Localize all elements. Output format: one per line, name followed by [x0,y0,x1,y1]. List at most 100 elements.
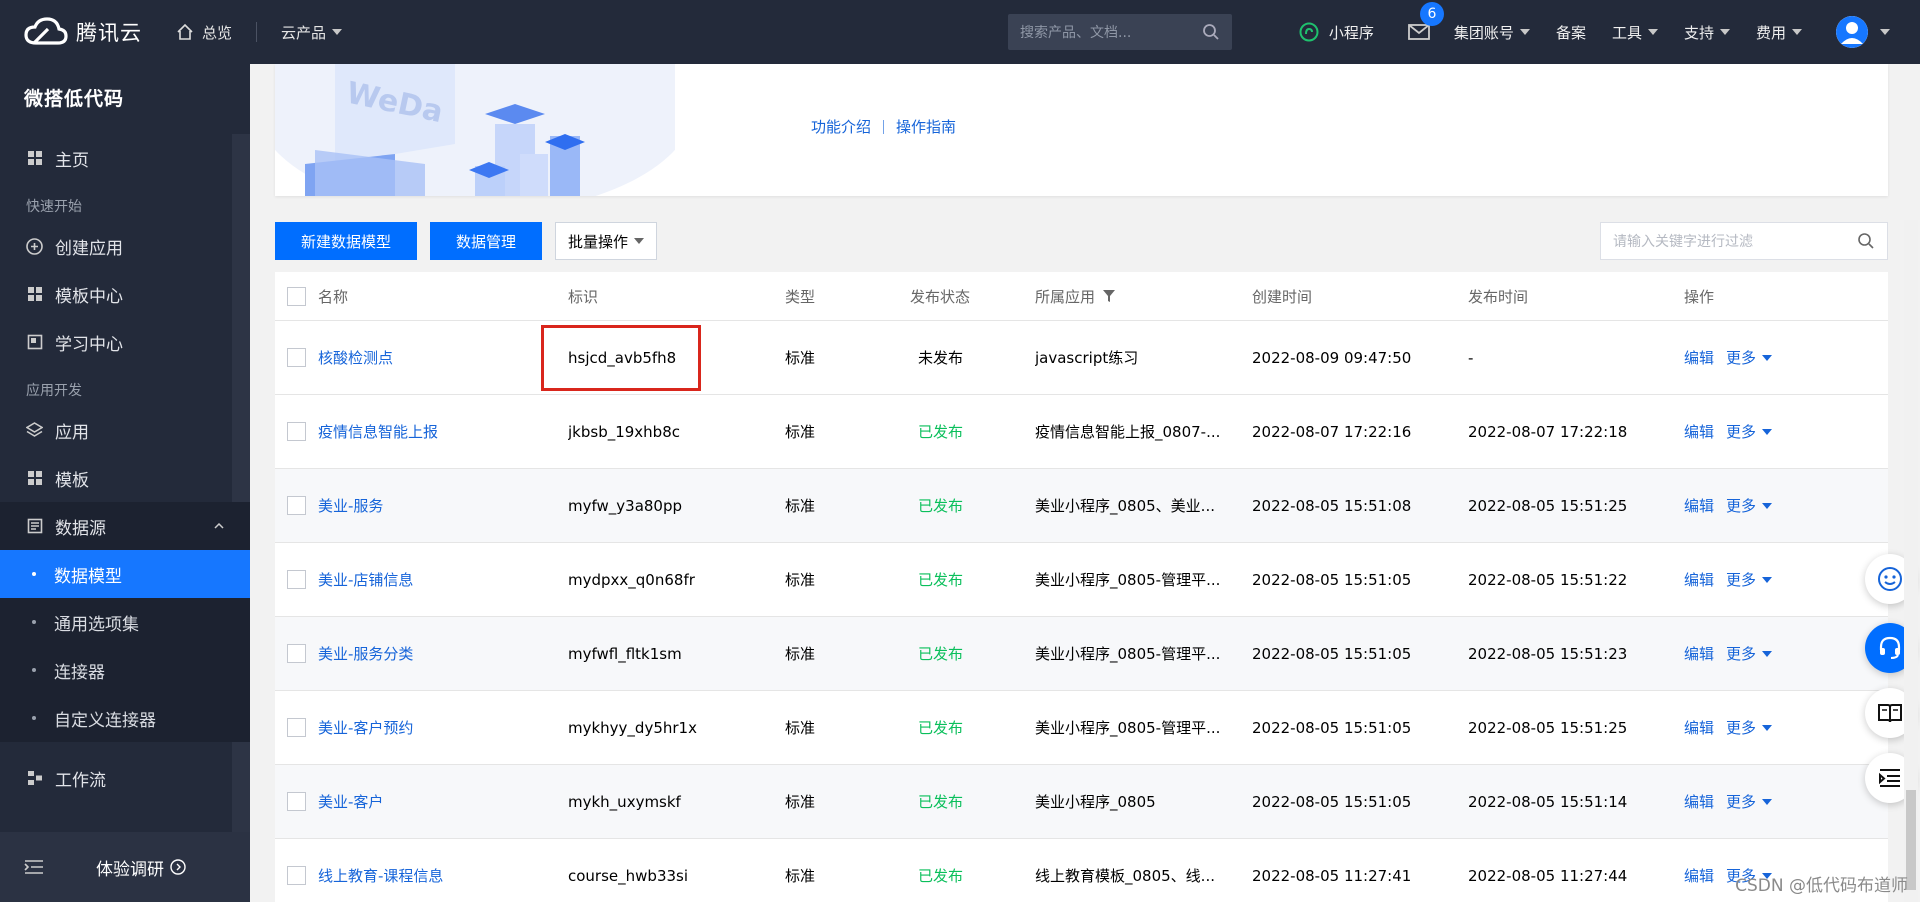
model-name-link[interactable]: 疫情信息智能上报 [318,421,568,442]
more-dropdown[interactable]: 更多 [1726,495,1773,516]
table-row: 美业-服务 myfw_y3a80pp 标准 已发布 美业小程序_0805、美业... 20… [275,469,1888,543]
published-time: 2022-08-05 15:51:25 [1468,496,1628,515]
row-checkbox[interactable] [287,866,306,885]
main-content: WeDa 功能介绍 操作指南 新建数据模型 数据管理 批量操作 请输入关键字进行… [250,64,1920,902]
nav-home[interactable]: 总览 [176,22,232,43]
row-checkbox[interactable] [287,792,306,811]
model-name-link[interactable]: 美业-服务分类 [318,643,568,664]
model-name-link[interactable]: 线上教育-课程信息 [318,865,568,886]
created-time: 2022-08-09 09:47:50 [1252,348,1412,367]
sidebar-item-data-model[interactable]: 数据模型 [0,550,250,598]
feature-intro-link[interactable]: 功能介绍 [811,116,871,137]
more-label: 更多 [1726,645,1757,663]
edit-link[interactable]: 编辑 [1684,865,1714,886]
more-label: 更多 [1726,793,1757,811]
nav-billing[interactable]: 费用 [1756,22,1802,43]
sidebar-item-create-app[interactable]: 创建应用 [0,222,250,270]
sidebar-item-templates[interactable]: 模板 [0,454,250,502]
more-dropdown[interactable]: 更多 [1726,717,1773,738]
data-management-button[interactable]: 数据管理 [430,222,542,260]
page-scrollbar[interactable] [1904,220,1918,902]
more-dropdown[interactable]: 更多 [1726,421,1773,442]
batch-operation-dropdown[interactable]: 批量操作 [555,222,657,260]
menu-collapse-icon[interactable] [24,859,44,875]
search-icon[interactable] [1857,232,1875,250]
model-name-link[interactable]: 美业-店铺信息 [318,569,568,590]
table-row: 疫情信息智能上报 jkbsb_19xhb8c 标准 已发布 疫情信息智能上报_0807-… [275,395,1888,469]
row-checkbox[interactable] [287,570,306,589]
sidebar-item-workflow[interactable]: 工作流 [0,754,250,802]
more-dropdown[interactable]: 更多 [1726,643,1773,664]
publish-status: 已发布 [918,719,964,737]
nav-tools[interactable]: 工具 [1612,22,1658,43]
publish-status: 已发布 [918,423,964,441]
sidebar-item-option-sets[interactable]: 通用选项集 [0,598,250,646]
top-navigation-bar: 腾讯云 总览 云产品 搜索产品、文档... 小程序 6 集团账号 备案 工具 支… [0,0,1920,64]
select-all-checkbox[interactable] [287,286,306,306]
column-header-type: 类型 [785,287,816,306]
divider [256,22,258,42]
owning-app: 线上教育模板_0805、线... [1035,867,1215,885]
table-toolbar: 新建数据模型 数据管理 批量操作 请输入关键字进行过滤 [275,222,1888,260]
nav-filing[interactable]: 备案 [1556,22,1586,43]
sidebar-item-label: 数据模型 [54,566,122,587]
edit-link[interactable]: 编辑 [1684,791,1714,812]
nav-group-account[interactable]: 集团账号 [1454,22,1530,43]
smiley-icon [1878,567,1902,591]
global-search-input[interactable]: 搜索产品、文档... [1008,14,1232,50]
model-name-link[interactable]: 美业-客户预约 [318,717,568,738]
model-name-link[interactable]: 核酸检测点 [318,347,568,368]
more-dropdown[interactable]: 更多 [1726,569,1773,590]
model-name-link[interactable]: 美业-客户 [318,791,568,812]
row-checkbox[interactable] [287,422,306,441]
row-checkbox[interactable] [287,644,306,663]
sidebar-item-custom-connectors[interactable]: 自定义连接器 [0,694,250,742]
filter-icon[interactable] [1103,290,1116,302]
nav-support[interactable]: 支持 [1684,22,1730,43]
avatar[interactable] [1836,16,1868,48]
workflow-icon [26,770,43,787]
edit-link[interactable]: 编辑 [1684,643,1714,664]
more-dropdown[interactable]: 更多 [1726,347,1773,368]
highlight-annotation [541,325,701,391]
tencent-cloud-logo[interactable]: 腾讯云 [0,17,160,47]
model-name-link[interactable]: 美业-服务 [318,495,568,516]
row-checkbox[interactable] [287,718,306,737]
published-time: 2022-08-05 15:51:14 [1468,792,1628,811]
sidebar-item-label: 工作流 [55,770,106,791]
edit-link[interactable]: 编辑 [1684,347,1714,368]
row-checkbox[interactable] [287,348,306,367]
nav-miniprogram[interactable]: 小程序 [1299,22,1374,43]
sidebar-item-datasource[interactable]: 数据源 [0,502,250,550]
more-dropdown[interactable]: 更多 [1726,791,1773,812]
nav-messages[interactable]: 6 [1408,2,1444,40]
sidebar-footer: 体验调研 [0,832,250,902]
chevron-down-icon[interactable] [1880,29,1890,35]
table-row: 核酸检测点 hsjcd_avb5fh8 标准 未发布 javascript练习 2022-… [275,321,1888,395]
new-data-model-button[interactable]: 新建数据模型 [275,222,417,260]
headset-icon [1879,636,1901,659]
search-icon[interactable] [1202,23,1220,41]
operation-guide-link[interactable]: 操作指南 [896,116,956,137]
column-header-app[interactable]: 所属应用 [1035,286,1252,307]
keyword-filter-input[interactable]: 请输入关键字进行过滤 [1600,222,1888,260]
edit-link[interactable]: 编辑 [1684,421,1714,442]
sidebar-item-home[interactable]: 主页 [0,134,250,182]
row-checkbox[interactable] [287,496,306,515]
edit-link[interactable]: 编辑 [1684,569,1714,590]
sidebar-item-connectors[interactable]: 连接器 [0,646,250,694]
sidebar-item-learning-center[interactable]: 学习中心 [0,318,250,366]
model-identifier: mydpxx_q0n68fr [568,570,695,589]
layers-icon [26,421,43,439]
sidebar-group-quick-start: 快速开始 [26,199,82,215]
sidebar-item-template-center[interactable]: 模板中心 [0,270,250,318]
survey-link[interactable]: 体验调研 [96,855,164,880]
topbar-right-menu: 小程序 6 集团账号 备案 工具 支持 费用 [1299,0,1920,64]
edit-link[interactable]: 编辑 [1684,717,1714,738]
sidebar-item-apps[interactable]: 应用 [0,406,250,454]
owning-app: 美业小程序_0805 [1035,793,1156,811]
edit-link[interactable]: 编辑 [1684,495,1714,516]
publish-status: 未发布 [918,349,964,367]
nav-products-dropdown[interactable]: 云产品 [281,22,343,43]
sidebar-item-label: 连接器 [54,662,105,683]
